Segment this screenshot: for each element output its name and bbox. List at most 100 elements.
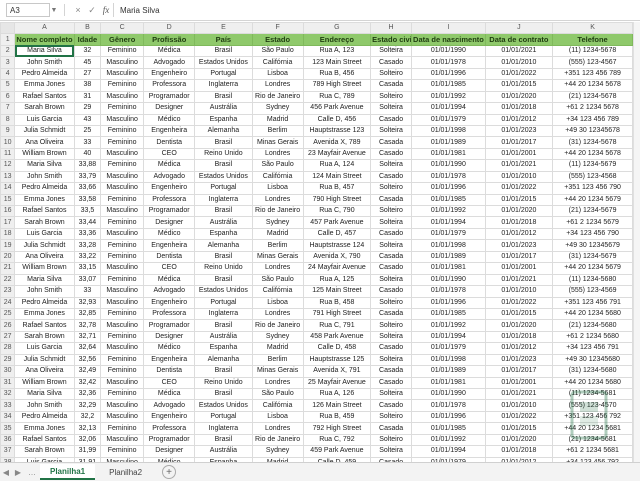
table-cell[interactable]: +44 20 1234 5678: [552, 147, 633, 161]
name-box[interactable]: A3: [6, 3, 50, 17]
table-cell[interactable]: Ana Oliveira: [14, 136, 75, 149]
table-cell[interactable]: 01/01/2023: [484, 353, 554, 367]
table-cell[interactable]: Brasil: [194, 90, 253, 104]
table-cell[interactable]: Feminino: [100, 307, 145, 321]
table-cell[interactable]: 01/01/1978: [411, 285, 486, 298]
row-number[interactable]: 14: [0, 182, 16, 195]
row-number[interactable]: 30: [0, 365, 16, 378]
table-cell[interactable]: Maria Silva: [14, 387, 75, 401]
table-cell[interactable]: 01/01/2022: [484, 67, 554, 81]
table-cell[interactable]: Feminino: [100, 365, 145, 378]
table-cell[interactable]: Brasil: [194, 136, 253, 149]
table-cell[interactable]: +34 123 456 789: [552, 113, 633, 126]
row-number[interactable]: 29: [0, 353, 16, 367]
table-cell[interactable]: Designer: [143, 445, 196, 458]
table-cell[interactable]: Lisboa: [251, 182, 304, 195]
table-cell[interactable]: Califórnia: [251, 56, 304, 69]
column-title[interactable]: Estado: [251, 33, 304, 46]
table-cell[interactable]: (11) 1234-5679: [552, 159, 633, 172]
table-cell[interactable]: Casada: [370, 79, 413, 92]
table-cell[interactable]: Estados Unidos: [194, 285, 253, 298]
column-header[interactable]: D: [143, 21, 196, 35]
table-cell[interactable]: Rua B, 456: [302, 67, 372, 81]
table-cell[interactable]: 01/01/1989: [411, 365, 486, 378]
table-cell[interactable]: Rua A, 124: [302, 159, 372, 172]
table-cell[interactable]: 792 High Street: [302, 422, 372, 435]
table-cell[interactable]: Solteira: [370, 387, 413, 401]
table-cell[interactable]: Solteiro: [370, 433, 413, 447]
table-cell[interactable]: 33,22: [73, 250, 102, 264]
table-cell[interactable]: 01/01/1985: [411, 422, 486, 435]
column-header[interactable]: A: [14, 21, 75, 35]
table-cell[interactable]: Feminino: [100, 193, 145, 207]
table-cell[interactable]: 01/01/1994: [411, 330, 486, 344]
table-cell[interactable]: 32,42: [73, 376, 102, 390]
table-cell[interactable]: Professora: [143, 307, 196, 321]
row-number[interactable]: 25: [0, 307, 16, 321]
table-cell[interactable]: Portugal: [194, 296, 253, 309]
table-cell[interactable]: Casada: [370, 365, 413, 378]
table-cell[interactable]: +34 123 456 791: [552, 342, 633, 355]
table-cell[interactable]: Casado: [370, 285, 413, 298]
table-cell[interactable]: +44 20 1234 5679: [552, 262, 633, 275]
table-cell[interactable]: +44 20 1234 5680: [552, 376, 633, 390]
table-cell[interactable]: Califórnia: [251, 170, 304, 184]
table-cell[interactable]: Feminino: [100, 239, 145, 252]
table-cell[interactable]: 126 Main Street: [302, 399, 372, 412]
table-cell[interactable]: Calle D, 457: [302, 227, 372, 241]
column-header[interactable]: H: [370, 21, 413, 35]
column-title[interactable]: Data de nascimento: [411, 33, 486, 46]
table-cell[interactable]: Reino Unido: [194, 262, 253, 275]
table-cell[interactable]: Avenida X, 789: [302, 136, 372, 149]
table-cell[interactable]: John Smith: [14, 399, 75, 412]
table-cell[interactable]: Emma Jones: [14, 79, 75, 92]
table-cell[interactable]: (555) 123-4567: [552, 56, 633, 69]
table-cell[interactable]: Minas Gerais: [251, 250, 304, 264]
table-cell[interactable]: 01/01/2010: [484, 170, 554, 184]
table-cell[interactable]: Engenheiro: [143, 182, 196, 195]
table-cell[interactable]: (21) 1234-5680: [552, 319, 633, 332]
table-cell[interactable]: 01/01/2001: [484, 376, 554, 390]
table-cell[interactable]: Advogado: [143, 285, 196, 298]
column-header[interactable]: C: [100, 21, 145, 35]
table-cell[interactable]: Masculino: [100, 170, 145, 184]
table-cell[interactable]: Austrália: [194, 445, 253, 458]
table-cell[interactable]: Rua C, 791: [302, 319, 372, 332]
table-cell[interactable]: 01/01/1992: [411, 204, 486, 218]
table-cell[interactable]: Berlim: [251, 353, 304, 367]
table-cell[interactable]: 01/01/1979: [411, 227, 486, 241]
chevron-down-icon[interactable]: ▼: [50, 7, 58, 14]
table-cell[interactable]: Casada: [370, 193, 413, 207]
table-cell[interactable]: 33,79: [73, 170, 102, 184]
table-cell[interactable]: Solteira: [370, 102, 413, 115]
table-cell[interactable]: 123 Main Street: [302, 56, 372, 69]
table-cell[interactable]: Minas Gerais: [251, 136, 304, 149]
row-number[interactable]: 23: [0, 285, 16, 298]
table-cell[interactable]: +61 2 1234 5680: [552, 330, 633, 344]
table-cell[interactable]: Casada: [370, 307, 413, 321]
table-cell[interactable]: Feminino: [100, 216, 145, 229]
table-cell[interactable]: Rafael Santos: [14, 90, 75, 104]
table-cell[interactable]: Dentista: [143, 250, 196, 264]
table-cell[interactable]: 01/01/1978: [411, 170, 486, 184]
table-cell[interactable]: Masculino: [100, 113, 145, 126]
table-cell[interactable]: 459 Park Avenue: [302, 445, 372, 458]
table-cell[interactable]: Madrid: [251, 113, 304, 126]
table-cell[interactable]: Masculino: [100, 410, 145, 424]
table-cell[interactable]: Feminino: [100, 44, 145, 58]
select-all-corner[interactable]: [0, 21, 16, 35]
table-cell[interactable]: Rua B, 458: [302, 296, 372, 309]
table-cell[interactable]: 01/01/1996: [411, 67, 486, 81]
row-number[interactable]: 32: [0, 387, 16, 401]
table-cell[interactable]: 01/01/2018: [484, 445, 554, 458]
table-cell[interactable]: Rio de Janeiro: [251, 90, 304, 104]
table-cell[interactable]: 01/01/1994: [411, 216, 486, 229]
table-cell[interactable]: Professora: [143, 422, 196, 435]
table-cell[interactable]: John Smith: [14, 285, 75, 298]
table-cell[interactable]: 31,99: [73, 445, 102, 458]
table-cell[interactable]: (31) 1234-5680: [552, 365, 633, 378]
table-cell[interactable]: Austrália: [194, 216, 253, 229]
table-cell[interactable]: CEO: [143, 147, 196, 161]
table-cell[interactable]: 33,44: [73, 216, 102, 229]
table-cell[interactable]: 01/01/1994: [411, 445, 486, 458]
